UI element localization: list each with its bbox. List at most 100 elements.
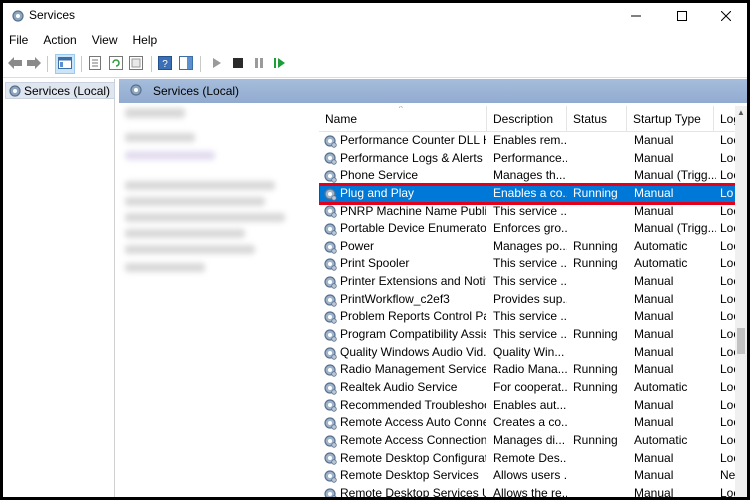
- service-name: Printer Extensions and Notifi...: [340, 274, 486, 289]
- service-name: Quality Windows Audio Vid...: [340, 344, 486, 359]
- column-name[interactable]: ^ Name: [319, 106, 487, 132]
- stop-service-button[interactable]: [229, 55, 247, 73]
- service-name: Remote Access Connection ...: [340, 432, 486, 447]
- service-gear-icon: [323, 485, 339, 497]
- table-row[interactable]: Radio Management Service Radio Mana... Run…: [319, 361, 747, 379]
- service-status: [573, 485, 629, 497]
- close-button[interactable]: [703, 3, 747, 30]
- service-description: This service ...: [493, 327, 567, 342]
- services-gear-icon: [129, 83, 143, 100]
- table-row[interactable]: Phone Service Manages th... Manual (Trigg.…: [319, 167, 747, 185]
- menu-file[interactable]: File: [9, 33, 28, 47]
- pane-header-title: Services (Local): [153, 84, 240, 98]
- service-startup-type: Manual: [634, 450, 674, 465]
- service-status: [573, 467, 629, 485]
- service-status: [573, 132, 629, 150]
- menu-bar: File Action View Help: [3, 30, 747, 50]
- scrollbar-thumb[interactable]: [737, 328, 745, 354]
- restart-service-button[interactable]: [271, 55, 289, 73]
- service-description: Enforces gro...: [493, 221, 567, 236]
- console-tree-icon: [58, 56, 72, 72]
- refresh-icon: [109, 55, 123, 73]
- service-startup-type: Manual: [634, 468, 674, 483]
- pause-service-button[interactable]: [250, 55, 268, 73]
- console-tree-pane: Services (Local): [3, 79, 116, 497]
- table-row[interactable]: Portable Device Enumerator ... Enforces g…: [319, 220, 747, 238]
- service-description: Allows users ...: [493, 468, 567, 483]
- pane-header: Services (Local): [119, 79, 747, 103]
- menu-view[interactable]: View: [92, 33, 118, 47]
- table-row[interactable]: Problem Reports Control Pa... This servic…: [319, 308, 747, 326]
- table-row[interactable]: Performance Counter DLL H... Enables rem.…: [319, 132, 747, 150]
- vertical-scrollbar[interactable]: ▲: [735, 106, 747, 497]
- service-startup-type: Manual: [634, 362, 674, 377]
- table-row[interactable]: Performance Logs & Alerts Performance... M…: [319, 150, 747, 168]
- maximize-button[interactable]: [659, 3, 705, 30]
- table-row[interactable]: Realtek Audio Service For cooperat... Runn…: [319, 379, 747, 397]
- column-status[interactable]: Status: [567, 106, 627, 132]
- service-startup-type: Manual: [634, 203, 674, 218]
- service-description: Manages di...: [493, 432, 566, 447]
- column-name-label: Name: [325, 112, 358, 126]
- title-bar[interactable]: Services: [3, 3, 747, 30]
- export-list-icon: [129, 55, 143, 73]
- service-status: [573, 450, 629, 468]
- services-rows: Performance Counter DLL H... Enables rem.…: [319, 132, 747, 497]
- table-row-selected[interactable]: Plug and Play Enables a co... Running Manua…: [319, 182, 747, 205]
- column-header-row: ^ Name Description Status Startup Type L…: [319, 106, 747, 132]
- service-description: This service ...: [493, 203, 567, 218]
- show-action-pane-button[interactable]: [177, 55, 195, 73]
- table-row[interactable]: PrintWorkflow_c2ef3 Provides sup... Manual…: [319, 291, 747, 309]
- service-gear-icon: [323, 450, 339, 468]
- service-gear-icon: [323, 432, 339, 450]
- service-status: Running: [573, 185, 618, 200]
- export-list-button[interactable]: [127, 55, 145, 73]
- service-gear-icon: [323, 467, 339, 485]
- show-hide-console-tree-button[interactable]: [55, 54, 75, 74]
- start-service-button[interactable]: [208, 55, 226, 73]
- menu-help[interactable]: Help: [133, 33, 158, 47]
- service-description: For cooperat...: [493, 379, 567, 394]
- table-row[interactable]: Recommended Troubleshoo... Enables aut...…: [319, 397, 747, 415]
- service-gear-icon: [323, 414, 339, 432]
- forward-button[interactable]: [25, 55, 43, 73]
- service-status: [573, 167, 629, 185]
- service-name: Remote Desktop Services: [340, 468, 479, 483]
- properties-button[interactable]: [86, 55, 104, 73]
- service-status: Running: [573, 362, 618, 377]
- service-status: [573, 291, 629, 309]
- table-row[interactable]: Quality Windows Audio Vid... Quality Win.…: [319, 344, 747, 362]
- column-description[interactable]: Description: [487, 106, 567, 132]
- table-row[interactable]: Remote Access Auto Connec... Creates a co…: [319, 414, 747, 432]
- scroll-up-icon[interactable]: ▲: [737, 108, 745, 117]
- back-button[interactable]: [6, 55, 24, 73]
- service-gear-icon: [323, 397, 339, 415]
- menu-action[interactable]: Action: [43, 33, 76, 47]
- minimize-button[interactable]: [613, 3, 659, 30]
- service-name: Portable Device Enumerator ...: [340, 221, 486, 236]
- service-startup-type: Manual: [634, 415, 674, 430]
- close-icon: [720, 10, 732, 24]
- table-row[interactable]: Remote Desktop Services Us... Allows the …: [319, 485, 747, 497]
- table-row[interactable]: Remote Desktop Configurati... Remote Des.…: [319, 450, 747, 468]
- table-row[interactable]: Power Manages po... Running Automatic Loc: [319, 238, 747, 256]
- service-startup-type: Manual: [634, 344, 674, 359]
- table-row[interactable]: PNRP Machine Name Public... This service …: [319, 203, 747, 221]
- help-button[interactable]: ?: [156, 55, 174, 73]
- service-description: Manages th...: [493, 168, 566, 183]
- table-row[interactable]: Printer Extensions and Notifi... This ser…: [319, 273, 747, 291]
- column-startup-type[interactable]: Startup Type: [627, 106, 714, 132]
- service-status: [573, 220, 629, 238]
- service-description: Remote Des...: [493, 450, 567, 465]
- table-row[interactable]: Print Spooler This service ... Running Auto…: [319, 255, 747, 273]
- service-description: This service ...: [493, 274, 567, 289]
- table-row[interactable]: Remote Access Connection ... Manages di..…: [319, 432, 747, 450]
- service-gear-icon: [323, 150, 339, 168]
- service-gear-icon: [323, 167, 339, 185]
- table-row[interactable]: Remote Desktop Services Allows users ... M…: [319, 467, 747, 485]
- table-row[interactable]: Program Compatibility Assis... This servi…: [319, 326, 747, 344]
- tree-item-services-local[interactable]: Services (Local): [5, 82, 116, 99]
- column-description-label: Description: [493, 112, 554, 126]
- refresh-button[interactable]: [107, 55, 125, 73]
- service-gear-icon: [323, 273, 339, 291]
